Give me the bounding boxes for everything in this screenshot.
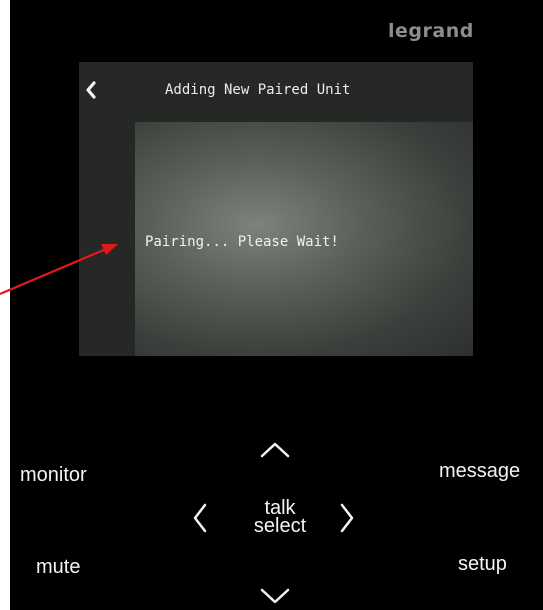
chevron-up-icon[interactable] bbox=[258, 439, 292, 461]
display-screen: Adding New Paired Unit Pairing... Please… bbox=[79, 62, 473, 356]
screen-title: Adding New Paired Unit bbox=[165, 82, 351, 98]
chevron-left-icon[interactable] bbox=[190, 501, 210, 535]
monitor-button[interactable]: monitor bbox=[20, 464, 87, 487]
intercom-device: legrand Adding New Paired Unit Pairing..… bbox=[0, 0, 543, 610]
chevron-right-icon[interactable] bbox=[337, 501, 357, 535]
mute-button[interactable]: mute bbox=[36, 556, 80, 579]
chevron-down-icon[interactable] bbox=[258, 585, 292, 607]
message-button[interactable]: message bbox=[439, 460, 520, 483]
brand-logo: legrand bbox=[388, 20, 474, 42]
back-chevron-icon[interactable] bbox=[83, 80, 99, 100]
select-label: select bbox=[253, 515, 307, 537]
background-edge bbox=[0, 0, 10, 610]
pairing-status-text: Pairing... Please Wait! bbox=[145, 234, 339, 250]
talk-select-button[interactable]: talk select bbox=[236, 498, 324, 537]
setup-button[interactable]: setup bbox=[458, 553, 507, 576]
status-panel: Pairing... Please Wait! bbox=[135, 122, 473, 356]
